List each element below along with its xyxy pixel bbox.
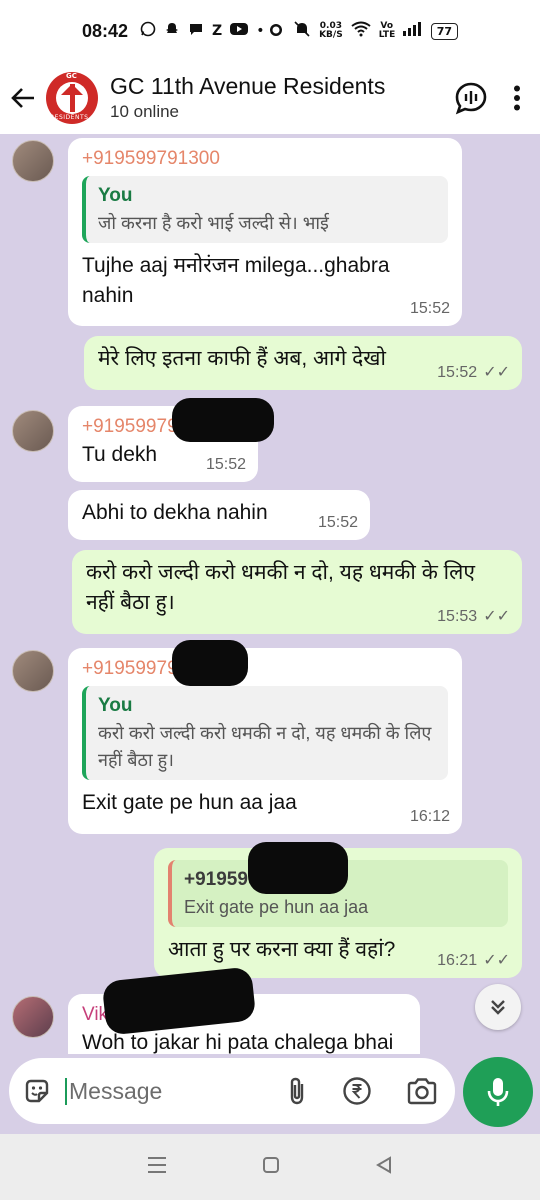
menu-lines-icon: [148, 1157, 167, 1173]
redaction-mark: [172, 640, 248, 686]
back-triangle-icon: [375, 1156, 391, 1174]
sender-name[interactable]: +919599791300: [82, 146, 448, 172]
quote-text: Exit gate pe hun aa jaa: [184, 897, 369, 917]
system-navigation-bar: [0, 1134, 540, 1200]
message-time: 15:52: [317, 514, 358, 531]
message-composer: [9, 1058, 455, 1124]
quote-author: You: [98, 185, 133, 206]
recent-apps-button[interactable]: [146, 1155, 168, 1179]
quote-author: You: [98, 695, 133, 716]
chat-header: GC RESIDENTS GC 11th Avenue Residents 10…: [0, 62, 540, 134]
chat-title-area[interactable]: GC 11th Avenue Residents 10 online: [110, 72, 448, 124]
message-time: 16:12: [409, 808, 450, 825]
net-speed: 0.03 KB/S: [319, 21, 343, 40]
voice-chat-button[interactable]: [448, 81, 494, 115]
wifi-icon: [351, 21, 371, 41]
home-button[interactable]: [261, 1155, 281, 1179]
camera-button[interactable]: [389, 1077, 455, 1105]
attach-button[interactable]: [269, 1076, 325, 1106]
read-ticks-icon: ✓✓: [483, 952, 510, 969]
youtube-icon: [230, 22, 249, 40]
sticker-icon: [25, 1079, 49, 1103]
message-time: 16:21 ✓✓: [437, 952, 510, 969]
sender-avatar[interactable]: [12, 650, 54, 692]
scroll-to-bottom-button[interactable]: [475, 984, 521, 1030]
quoted-message[interactable]: You जो करना है करो भाई जल्दी से। भाई: [82, 176, 448, 243]
double-chevron-down-icon: [491, 1000, 505, 1015]
avatar-text: RESIDENTS: [50, 114, 89, 121]
sender-name[interactable]: +919599791300: [82, 656, 448, 682]
message-text: Tujhe aaj मनोरंजन milega...ghabra nahin: [82, 254, 390, 307]
status-time: 08:42: [82, 20, 129, 41]
payment-button[interactable]: [325, 1076, 389, 1106]
sender-avatar[interactable]: [12, 996, 54, 1038]
redaction-mark: [172, 398, 274, 442]
paperclip-icon: [290, 1077, 304, 1105]
message-input[interactable]: [65, 1077, 255, 1105]
online-count: 10 online: [110, 102, 180, 121]
back-arrow-icon: [11, 88, 34, 108]
alarm-icon: [267, 20, 285, 42]
message-text: Exit gate pe hun aa jaa: [82, 791, 297, 814]
message-time: 15:53 ✓✓: [437, 608, 510, 625]
volte-label: Vo LTE: [378, 21, 396, 40]
battery-indicator: 77: [430, 22, 458, 40]
avatar-top-text: GC: [66, 72, 77, 80]
sender-avatar[interactable]: [12, 140, 54, 182]
sticker-button[interactable]: [9, 1076, 65, 1106]
message-time: 15:52: [409, 300, 450, 317]
group-avatar[interactable]: GC RESIDENTS: [46, 72, 98, 124]
quote-text: जो करना है करो भाई जल्दी से। भाई: [98, 213, 329, 233]
quoted-message[interactable]: You करो करो जल्दी करो धमकी न दो, यह धमकी…: [82, 686, 448, 780]
incoming-message[interactable]: +919599791300 You करो करो जल्दी करो धमकी…: [68, 648, 462, 834]
rupee-icon: [343, 1077, 371, 1105]
more-vert-icon: [514, 85, 520, 111]
read-ticks-icon: ✓✓: [483, 364, 510, 381]
mute-icon: [293, 20, 311, 42]
outgoing-message[interactable]: मेरे लिए इतना काफी हैं अब, आगे देखो 15:5…: [84, 336, 522, 390]
back-nav-button[interactable]: [374, 1155, 394, 1179]
snapchat-icon: [164, 21, 180, 41]
camera-icon: [407, 1078, 437, 1105]
signal-icon: [402, 22, 423, 40]
system-icons: 0.03 KB/S Vo LTE 77: [267, 20, 458, 42]
dot-icon: •: [256, 23, 265, 39]
redaction-mark: [248, 842, 348, 894]
more-options-button[interactable]: [494, 85, 540, 111]
whatsapp-icon: [140, 21, 156, 41]
read-ticks-icon: ✓✓: [483, 608, 510, 625]
notification-icons: Z •: [140, 21, 264, 41]
microphone-icon: [487, 1078, 509, 1106]
quote-text: करो करो जल्दी करो धमकी न दो, यह धमकी के …: [98, 723, 432, 770]
outgoing-message[interactable]: करो करो जल्दी करो धमकी न दो, यह धमकी के …: [72, 550, 522, 634]
chat-icon: [188, 21, 204, 41]
sender-avatar[interactable]: [12, 410, 54, 452]
group-name: GC 11th Avenue Residents: [110, 73, 386, 99]
message-time: 15:52: [205, 456, 246, 473]
chat-messages[interactable]: +919599791300 You जो करना है करो भाई जल्…: [0, 134, 540, 1054]
voice-chat-icon: [455, 82, 487, 115]
voice-message-button[interactable]: [463, 1057, 533, 1127]
incoming-message[interactable]: Abhi to dekha nahin 15:52: [68, 490, 370, 540]
message-text: Abhi to dekha nahin: [82, 501, 268, 524]
home-square-icon: [262, 1157, 279, 1173]
back-button[interactable]: [0, 86, 46, 110]
status-bar: 08:42 Z • 0.03 KB/S Vo LTE 77: [0, 0, 540, 62]
incoming-message[interactable]: +919599791300 You जो करना है करो भाई जल्…: [68, 138, 462, 326]
message-time: 15:52 ✓✓: [437, 364, 510, 381]
zee-icon: Z: [212, 23, 223, 39]
